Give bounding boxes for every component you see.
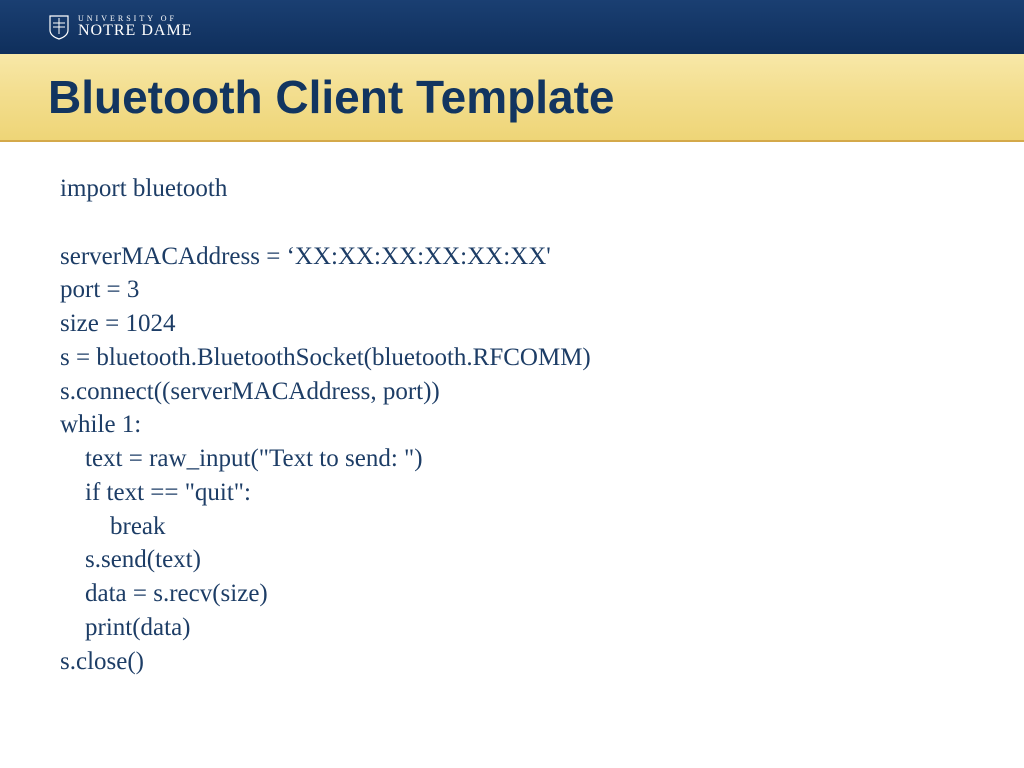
slide-title: Bluetooth Client Template	[48, 70, 615, 124]
slide-content: import bluetooth serverMACAddress = ‘XX:…	[0, 142, 1024, 678]
university-header: UNIVERSITY OF NOTRE DAME	[0, 0, 1024, 54]
shield-icon	[48, 14, 70, 40]
university-name-big: NOTRE DAME	[78, 23, 192, 39]
university-logo: UNIVERSITY OF NOTRE DAME	[48, 14, 192, 40]
university-name: UNIVERSITY OF NOTRE DAME	[78, 15, 192, 39]
slide-title-bar: Bluetooth Client Template	[0, 54, 1024, 142]
code-block: import bluetooth serverMACAddress = ‘XX:…	[60, 172, 1024, 678]
